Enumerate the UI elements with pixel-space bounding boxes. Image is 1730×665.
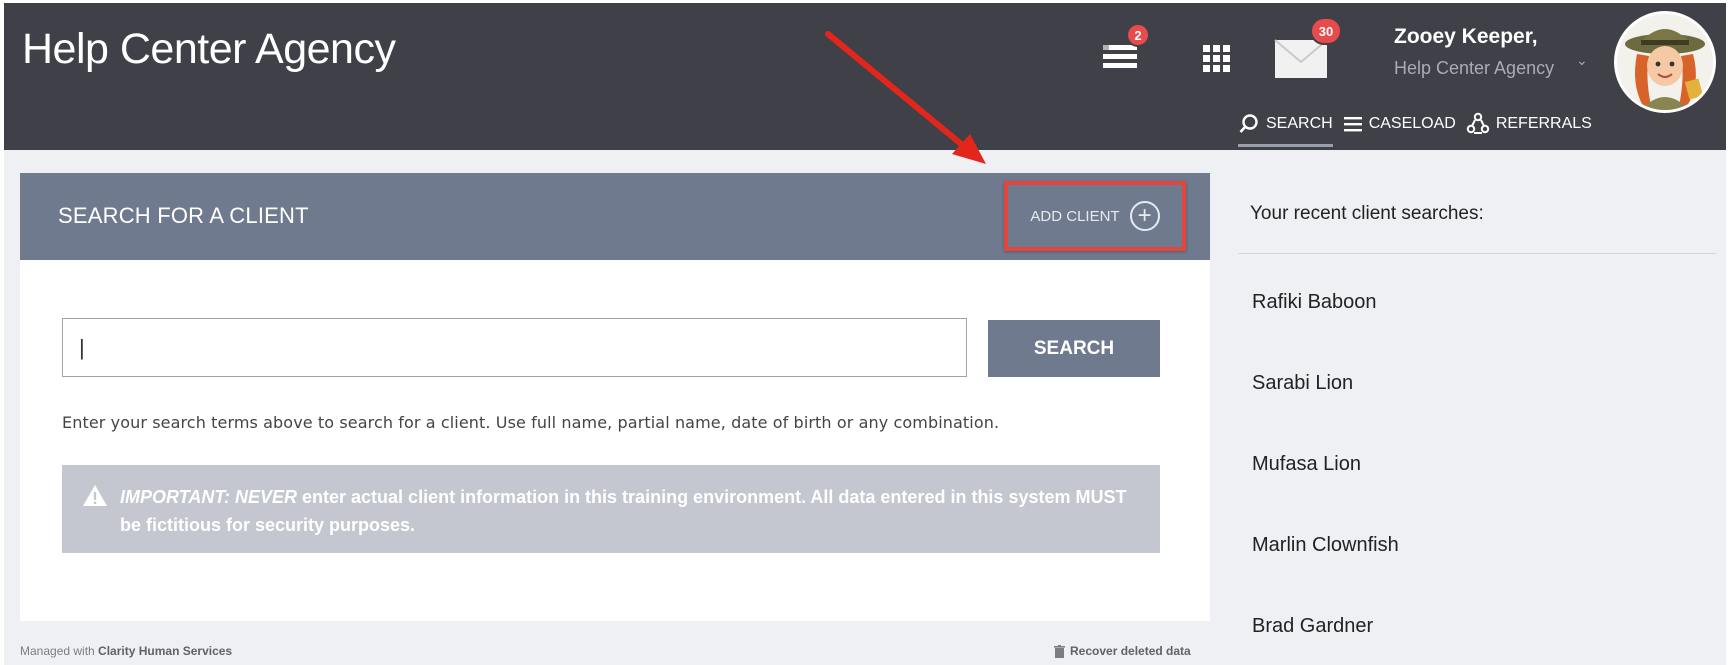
- warning-lead: IMPORTANT: NEVER: [120, 487, 298, 507]
- chevron-down-icon[interactable]: ⌄: [1576, 52, 1588, 69]
- recent-searches-list: Rafiki Baboon Sarabi Lion Mufasa Lion Ma…: [1252, 291, 1399, 665]
- search-button[interactable]: SEARCH: [988, 320, 1160, 377]
- trash-icon: [1054, 644, 1065, 658]
- search-card-header: SEARCH FOR A CLIENT ADD CLIENT +: [20, 173, 1210, 260]
- footer-managed-brand[interactable]: Clarity Human Services: [98, 644, 232, 658]
- nav-caseload-label: CASELOAD: [1368, 115, 1456, 132]
- plus-circle-icon: +: [1129, 201, 1160, 231]
- messages-button[interactable]: 30: [1266, 17, 1342, 83]
- search-card-title: SEARCH FOR A CLIENT: [58, 203, 309, 228]
- messages-badge: 30: [1310, 17, 1342, 45]
- main-nav: SEARCH CASELOAD REFERRALS: [1238, 103, 1592, 147]
- nav-referrals-label: REFERRALS: [1495, 115, 1592, 132]
- avatar[interactable]: [1614, 11, 1716, 113]
- recent-divider: [1238, 253, 1716, 254]
- warning-banner: IMPORTANT: NEVER enter actual client inf…: [62, 465, 1160, 553]
- user-name: Zooey Keeper,: [1394, 25, 1538, 48]
- recent-search-item[interactable]: Mufasa Lion: [1252, 453, 1399, 534]
- nav-search-label: SEARCH: [1266, 115, 1333, 132]
- warning-triangle-icon: [83, 485, 107, 506]
- search-icon: [1239, 114, 1258, 133]
- recover-deleted-label: Recover deleted data: [1070, 644, 1191, 658]
- notifications-badge: 2: [1126, 23, 1150, 47]
- recent-search-item[interactable]: Rafiki Baboon: [1252, 291, 1399, 372]
- search-help-text: Enter your search terms above to search …: [62, 413, 1000, 432]
- apps-grid-icon: [1203, 45, 1230, 72]
- app-title: Help Center Agency: [22, 25, 396, 73]
- notifications-button[interactable]: 2: [1094, 23, 1150, 83]
- nav-caseload[interactable]: CASELOAD: [1343, 104, 1456, 144]
- recover-deleted-link[interactable]: Recover deleted data: [1054, 644, 1191, 658]
- nav-referrals[interactable]: REFERRALS: [1466, 104, 1592, 144]
- client-search-input[interactable]: [62, 318, 967, 377]
- recent-searches-title: Your recent client searches:: [1250, 203, 1484, 224]
- search-card: SEARCH FOR A CLIENT ADD CLIENT + SEARCH …: [20, 173, 1210, 621]
- referrals-icon: [1466, 112, 1490, 134]
- recent-search-item[interactable]: Sarabi Lion: [1252, 372, 1399, 453]
- avatar-illustration-icon: [1617, 14, 1713, 110]
- apps-button[interactable]: [1188, 33, 1244, 83]
- add-client-label: ADD CLIENT: [1030, 207, 1120, 225]
- footer-managed-prefix: Managed with: [20, 644, 99, 658]
- recent-search-item[interactable]: Brad Gardner: [1252, 615, 1399, 665]
- top-header: Help Center Agency 2 30 Zooey Keeper, He…: [4, 3, 1726, 150]
- user-org: Help Center Agency: [1394, 58, 1555, 78]
- nav-search[interactable]: SEARCH: [1238, 104, 1333, 147]
- footer-managed: Managed with Clarity Human Services: [20, 644, 232, 658]
- list-icon: [1343, 117, 1362, 132]
- app-frame: Help Center Agency 2 30 Zooey Keeper, He…: [4, 3, 1726, 665]
- warning-text: IMPORTANT: NEVER enter actual client inf…: [120, 483, 1140, 539]
- add-client-button[interactable]: ADD CLIENT +: [1004, 181, 1186, 251]
- recent-search-item[interactable]: Marlin Clownfish: [1252, 534, 1399, 615]
